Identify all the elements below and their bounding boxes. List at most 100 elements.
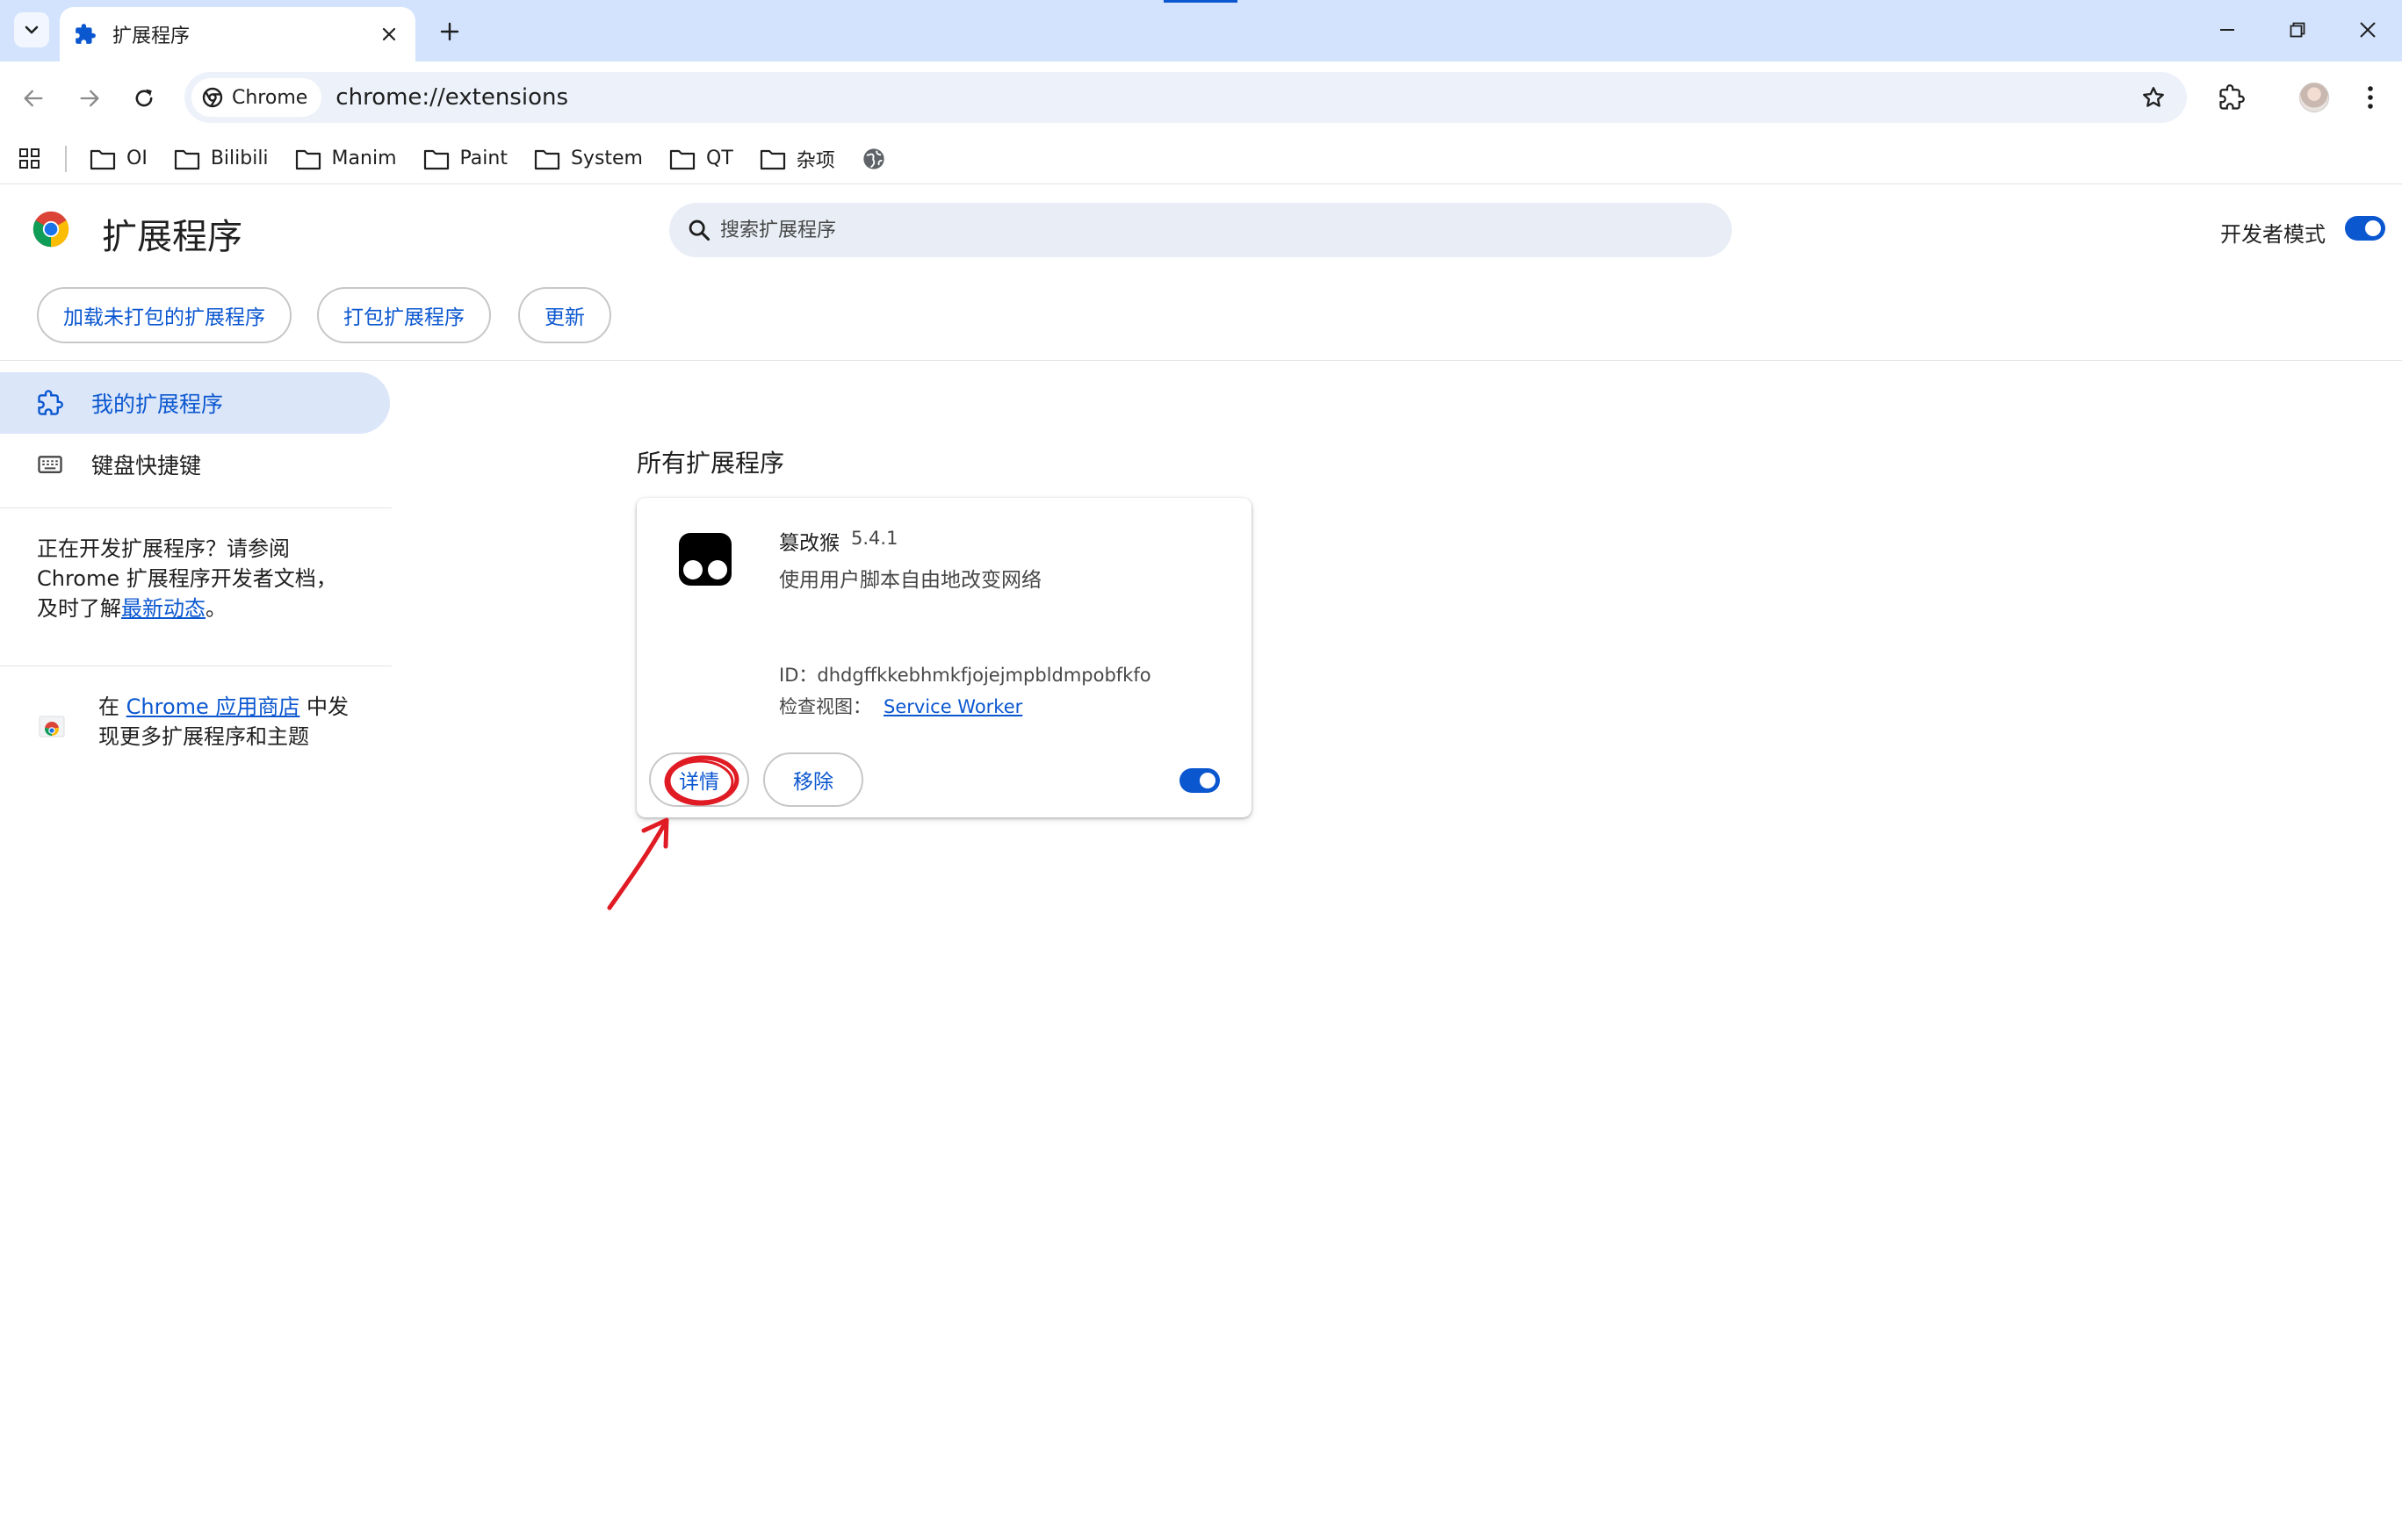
bookmark-label: Paint [459, 148, 508, 169]
folder-icon [174, 149, 199, 169]
webstore-line: 在 Chrome 应用商店 中发 [98, 692, 349, 722]
address-bar[interactable]: Chrome chrome://extensions [184, 72, 2187, 123]
webstore-suffix: 中发 [299, 694, 350, 719]
new-tab-button[interactable] [432, 14, 467, 49]
tab-extensions[interactable]: 扩展程序 [60, 7, 415, 61]
chrome-logo-icon [32, 211, 69, 248]
restore-button[interactable] [2271, 11, 2324, 49]
folder-icon [423, 149, 449, 169]
restore-icon [2290, 22, 2305, 38]
bookmarks-separator [65, 145, 67, 172]
search-icon [689, 219, 711, 241]
extension-id: ID：dhdgffkkebhmkfjojejmpbldmpobfkfo [779, 665, 1151, 686]
tab-strip: 扩展程序 [0, 0, 2402, 61]
minimize-icon [2220, 29, 2234, 31]
bookmark-folder-manim[interactable]: Manim [295, 148, 397, 170]
webstore-link[interactable]: Chrome 应用商店 [126, 694, 300, 719]
close-icon [382, 27, 396, 41]
reload-icon [135, 89, 153, 107]
search-input[interactable] [720, 219, 1686, 241]
puzzle-icon [76, 24, 96, 44]
dev-mode-label: 开发者模式 [2220, 222, 2326, 247]
dev-mode-toggle[interactable] [2345, 216, 2385, 241]
more-vert-icon [2368, 86, 2373, 109]
tab-search-button[interactable] [14, 12, 49, 47]
extension-name: 篡改猴 [779, 532, 840, 555]
folder-icon [760, 149, 785, 169]
remove-button[interactable]: 移除 [763, 752, 863, 807]
dev-note-suffix: 。 [206, 596, 227, 621]
bookmark-folder-bilibili[interactable]: Bilibili [174, 148, 269, 170]
bookmarks-bar: OI Bilibili Manim Paint System QT 杂项 [0, 133, 2402, 184]
sidebar-item-keyboard-shortcuts[interactable]: 键盘快捷键 [0, 434, 390, 495]
arrow-left-icon [24, 90, 43, 107]
bookmark-folder-system[interactable]: System [534, 148, 643, 170]
load-unpacked-button[interactable]: 加载未打包的扩展程序 [37, 287, 292, 343]
browser-toolbar: Chrome chrome://extensions [0, 61, 2402, 133]
extension-version: 5.4.1 [851, 528, 898, 549]
annotation-arrowhead [641, 817, 669, 849]
bookmark-globe[interactable] [862, 147, 886, 171]
extension-icon [38, 390, 63, 415]
forward-button[interactable] [70, 79, 109, 118]
apps-grid-icon [19, 148, 40, 169]
arrow-right-icon [80, 90, 99, 107]
back-button[interactable] [14, 79, 53, 118]
puzzle-icon [2219, 84, 2245, 110]
section-title: 所有扩展程序 [637, 449, 785, 478]
dev-note-line: Chrome 扩展程序开发者文档， [37, 566, 337, 591]
webstore-prefix: 在 [98, 694, 126, 719]
extensions-search[interactable] [669, 203, 1732, 257]
tab-strip-indicator [1164, 0, 1237, 3]
folder-icon [669, 149, 696, 169]
browser-menu-button[interactable] [2348, 76, 2392, 119]
chevron-down-icon [25, 25, 39, 34]
bookmark-folder-misc[interactable]: 杂项 [760, 145, 835, 173]
page-title: 扩展程序 [102, 217, 242, 257]
extension-enable-toggle[interactable] [1179, 768, 1220, 793]
tab-title: 扩展程序 [112, 25, 191, 47]
toggle-knob [1200, 773, 1215, 788]
folder-icon [534, 149, 560, 169]
chrome-icon [202, 87, 223, 108]
annotation-arrow [607, 821, 667, 910]
dev-note-line: 正在开发扩展程序？请参阅 [37, 536, 290, 561]
sidebar-divider [0, 507, 392, 508]
keyboard-icon [38, 456, 62, 473]
close-window-button[interactable] [2341, 11, 2394, 49]
plus-icon [440, 22, 459, 41]
profile-button[interactable] [2292, 76, 2336, 119]
bookmark-label: 杂项 [796, 149, 835, 172]
latest-news-link[interactable]: 最新动态 [121, 596, 206, 621]
url-text[interactable]: chrome://extensions [335, 84, 2132, 111]
globe-icon [863, 148, 884, 169]
minimize-button[interactable] [2201, 11, 2254, 49]
bookmark-folder-oi[interactable]: OI [90, 148, 148, 170]
update-button[interactable]: 更新 [518, 287, 611, 343]
extension-description: 使用用户脚本自由地改变网络 [779, 569, 1042, 592]
service-worker-link[interactable]: Service Worker [884, 696, 1022, 717]
toggle-knob [2365, 220, 2381, 236]
sidebar-item-my-extensions[interactable]: 我的扩展程序 [0, 372, 390, 434]
details-button[interactable]: 详情 [649, 752, 749, 807]
tab-close-button[interactable] [377, 22, 401, 47]
bookmark-label: OI [126, 148, 148, 169]
bookmark-star-button[interactable] [2132, 76, 2175, 119]
sidebar-item-label: 我的扩展程序 [91, 392, 224, 417]
bookmark-folder-paint[interactable]: Paint [423, 148, 508, 170]
site-info-chip[interactable]: Chrome [191, 78, 322, 117]
inspect-views: 检查视图： Service Worker [779, 693, 1022, 719]
reload-button[interactable] [125, 79, 163, 118]
star-icon [2143, 87, 2164, 107]
bookmark-label: Manim [331, 148, 397, 169]
bookmark-label: System [570, 148, 643, 169]
webstore-line: 现更多扩展程序和主题 [98, 724, 309, 749]
folder-icon [295, 149, 321, 169]
pack-extension-button[interactable]: 打包扩展程序 [317, 287, 491, 343]
apps-button[interactable] [16, 145, 44, 173]
bookmark-folder-qt[interactable]: QT [669, 148, 733, 170]
extensions-menu-button[interactable] [2210, 76, 2254, 119]
close-icon [2360, 22, 2376, 38]
bookmark-label: QT [706, 148, 733, 169]
inspect-label: 检查视图： [779, 696, 871, 717]
